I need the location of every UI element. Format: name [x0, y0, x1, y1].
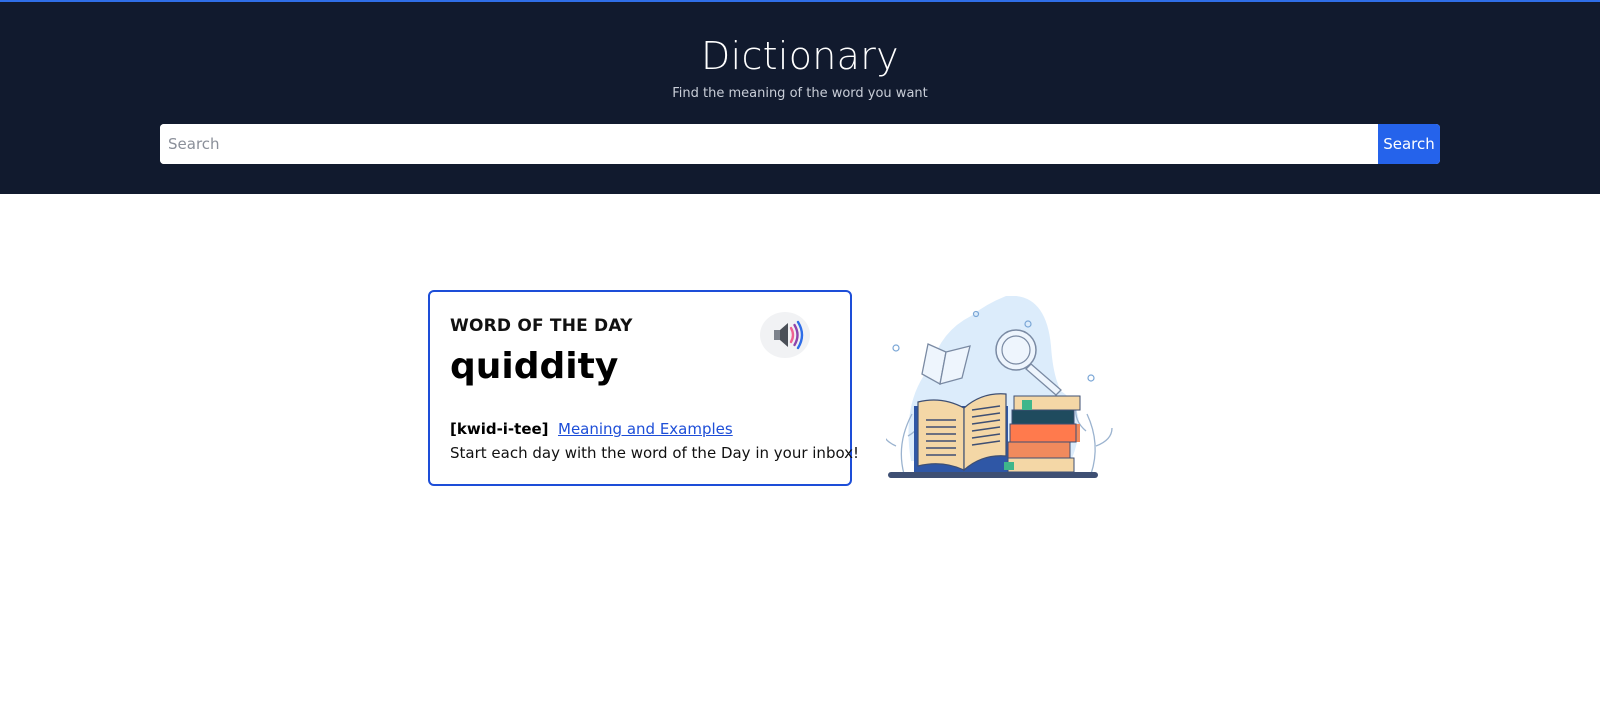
- pronunciation-audio-button[interactable]: [760, 312, 810, 358]
- search-input[interactable]: [160, 124, 1378, 164]
- speaker-icon: [774, 320, 804, 350]
- site-title: Dictionary: [701, 34, 899, 78]
- word-of-the-day-card: WORD OF THE DAY quiddity [kwid-i-tee] Me…: [428, 290, 859, 486]
- meaning-and-examples-link[interactable]: Meaning and Examples: [558, 420, 733, 438]
- search-bar: Search: [160, 124, 1440, 164]
- word-of-the-day-word: quiddity: [450, 346, 619, 387]
- word-of-the-day-tagline: Start each day with the word of the Day …: [450, 444, 860, 462]
- search-button[interactable]: Search: [1378, 124, 1440, 164]
- site-header: Dictionary Find the meaning of the word …: [0, 0, 1600, 194]
- books-illustration: [881, 295, 1136, 482]
- word-of-the-day-pronunciation: [kwid-i-tee]: [450, 420, 549, 438]
- site-subtitle: Find the meaning of the word you want: [672, 86, 928, 101]
- word-of-the-day-label: WORD OF THE DAY: [450, 316, 633, 336]
